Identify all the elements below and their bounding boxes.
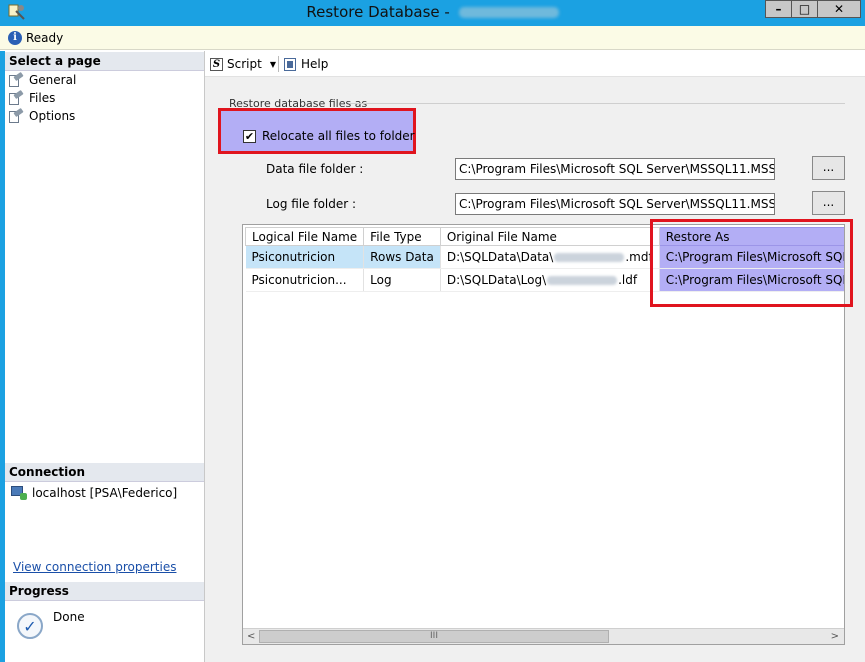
page-item-general[interactable]: General <box>9 71 77 88</box>
select-page-header: Select a page <box>5 52 204 71</box>
maximize-button[interactable]: □ <box>791 0 818 18</box>
left-pane: Select a page General Files Options Conn… <box>0 51 205 662</box>
window-controls: – □ ✕ <box>765 0 861 20</box>
scroll-left-arrow-icon[interactable]: < <box>247 631 255 642</box>
original-path-prefix: D:\SQLData\Log\ <box>446 273 547 287</box>
relocate-checkbox-row[interactable]: ✔ Relocate all files to folder <box>243 129 415 143</box>
horizontal-scrollbar[interactable]: < III > <box>243 628 844 644</box>
script-button[interactable]: S Script ▼ <box>209 55 276 73</box>
title-bar: Restore Database - – □ ✕ <box>0 0 865 26</box>
page-wrench-icon <box>9 89 24 105</box>
column-header-original[interactable]: Original File Name <box>439 227 660 246</box>
cell-original-file[interactable]: D:\SQLData\Data\ .mdf <box>439 245 660 269</box>
relocate-checkbox[interactable]: ✔ <box>243 129 256 143</box>
status-bar: i Ready <box>0 26 865 50</box>
page-item-label: Files <box>29 91 56 105</box>
server-connection-icon <box>11 486 27 500</box>
column-header-type[interactable]: File Type <box>363 227 441 246</box>
group-divider <box>350 103 845 104</box>
info-icon: i <box>8 31 22 45</box>
status-text: Ready <box>26 31 64 45</box>
restore-as-annotation-box <box>650 219 853 307</box>
original-path-suffix: .ldf <box>618 273 638 287</box>
script-icon: S <box>209 57 224 72</box>
progress-header: Progress <box>5 582 204 601</box>
toolbar: S Script ▼ Help <box>205 51 865 77</box>
connection-item: localhost [PSA\Federico] <box>11 486 177 500</box>
data-file-folder-label: Data file folder : <box>266 162 364 176</box>
cell-original-file[interactable]: D:\SQLData\Log\ .ldf <box>439 268 660 292</box>
cell-logical-name[interactable]: Psiconutricion <box>245 245 365 269</box>
connection-header: Connection <box>5 463 204 482</box>
main-panel: Restore database files as ✔ Relocate all… <box>205 77 865 662</box>
page-item-options[interactable]: Options <box>9 107 76 124</box>
relocate-label: Relocate all files to folder <box>262 129 415 143</box>
page-item-label: General <box>29 73 77 87</box>
log-file-folder-label: Log file folder : <box>266 197 357 211</box>
checkmark-icon: ✓ <box>17 613 43 639</box>
page-item-files[interactable]: Files <box>9 89 56 106</box>
cell-file-type[interactable]: Log <box>363 268 441 292</box>
progress-status: Done <box>53 610 85 624</box>
file-name-redacted <box>554 253 625 262</box>
original-path-suffix: .mdf <box>625 250 653 264</box>
database-name-redacted <box>458 7 559 18</box>
dropdown-arrow-icon[interactable]: ▼ <box>270 60 276 69</box>
window-title: Restore Database - <box>0 3 865 21</box>
script-label: Script <box>227 57 262 71</box>
help-button[interactable]: Help <box>283 55 328 73</box>
scroll-right-arrow-icon[interactable]: > <box>831 631 839 642</box>
toolbar-separator <box>278 56 279 72</box>
help-label: Help <box>301 57 329 71</box>
cell-logical-name[interactable]: Psiconutricion... <box>245 268 365 292</box>
page-wrench-icon <box>9 71 24 87</box>
left-accent-bar <box>0 51 5 662</box>
column-header-logical[interactable]: Logical File Name <box>244 227 365 246</box>
file-name-redacted <box>547 276 618 285</box>
browse-data-folder-button[interactable]: ... <box>812 156 845 180</box>
scrollbar-thumb[interactable]: III <box>259 630 609 643</box>
close-button[interactable]: ✕ <box>817 0 861 18</box>
help-icon <box>283 57 298 72</box>
page-item-label: Options <box>29 109 76 123</box>
data-file-folder-field[interactable]: C:\Program Files\Microsoft SQL Server\MS… <box>455 158 775 180</box>
connection-value: localhost [PSA\Federico] <box>32 486 178 500</box>
log-file-folder-field[interactable]: C:\Program Files\Microsoft SQL Server\MS… <box>455 193 775 215</box>
browse-log-folder-button[interactable]: ... <box>812 191 845 215</box>
window-title-text: Restore Database - <box>306 3 455 21</box>
cell-file-type[interactable]: Rows Data <box>363 245 441 269</box>
minimize-button[interactable]: – <box>765 0 792 18</box>
view-connection-properties-link[interactable]: View connection properties <box>13 560 176 574</box>
original-path-prefix: D:\SQLData\Data\ <box>446 250 554 264</box>
page-wrench-icon <box>9 107 24 123</box>
